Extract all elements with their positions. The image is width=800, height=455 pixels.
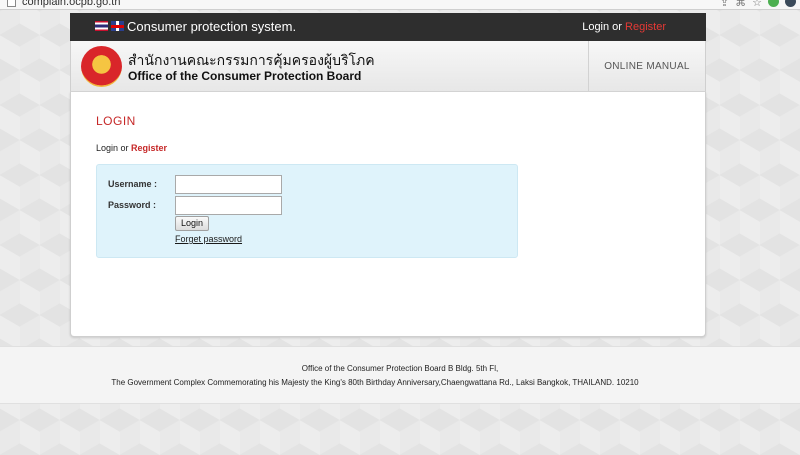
browser-toolbar-icons: ⇪ ⌘ ☆ [720,0,796,9]
language-flags [95,21,124,31]
thai-flag-icon[interactable] [95,21,108,31]
login-link[interactable]: Login [96,143,118,153]
top-or-text: or [609,21,626,33]
page-title: LOGIN [96,114,136,128]
login-form-panel: Username : Password : Login Forget passw… [96,164,518,258]
top-login-link[interactable]: Login [582,21,609,33]
username-label: Username : [108,179,158,189]
password-input[interactable] [175,196,282,215]
main-content: LOGIN Login or Register Username : Passw… [70,92,706,337]
address-url[interactable]: complain.ocpb.go.th [22,0,120,8]
login-button[interactable]: Login [175,216,210,231]
forgot-password-link[interactable]: Forget password [175,234,242,244]
top-bar: Consumer protection system. Login or Reg… [70,13,706,41]
password-label: Password : [108,200,157,210]
page-icon [7,0,16,7]
ocpb-seal-logo[interactable] [81,46,122,87]
login-register-links: Login or Register [96,143,167,153]
english-organization-name: Office of the Consumer Protection Board [128,69,362,83]
star-icon[interactable]: ☆ [752,0,762,9]
site-header: สำนักงานคณะกรรมการคุ้มครองผู้บริโภค Offi… [70,41,706,92]
top-register-link[interactable]: Register [625,21,666,33]
profile-icon[interactable] [785,0,796,7]
register-link[interactable]: Register [131,143,167,153]
footer-address-line-1: Office of the Consumer Protection Board … [301,364,499,373]
top-auth-links: Login or Register [582,21,666,33]
or-text: or [118,143,132,153]
site-footer: Office of the Consumer Protection Board … [0,346,800,404]
footer-address-line-2: The Government Complex Commemorating his… [111,378,639,387]
share-icon[interactable]: ⇪ [720,0,729,9]
system-title: Consumer protection system. [127,19,297,34]
extension-icon[interactable] [768,0,779,7]
translate-icon[interactable]: ⌘ [735,0,746,9]
uk-flag-icon[interactable] [111,21,124,31]
browser-address-bar: complain.ocpb.go.th ⇪ ⌘ ☆ [0,0,800,10]
online-manual-link[interactable]: ONLINE MANUAL [588,41,705,91]
username-input[interactable] [175,175,282,194]
